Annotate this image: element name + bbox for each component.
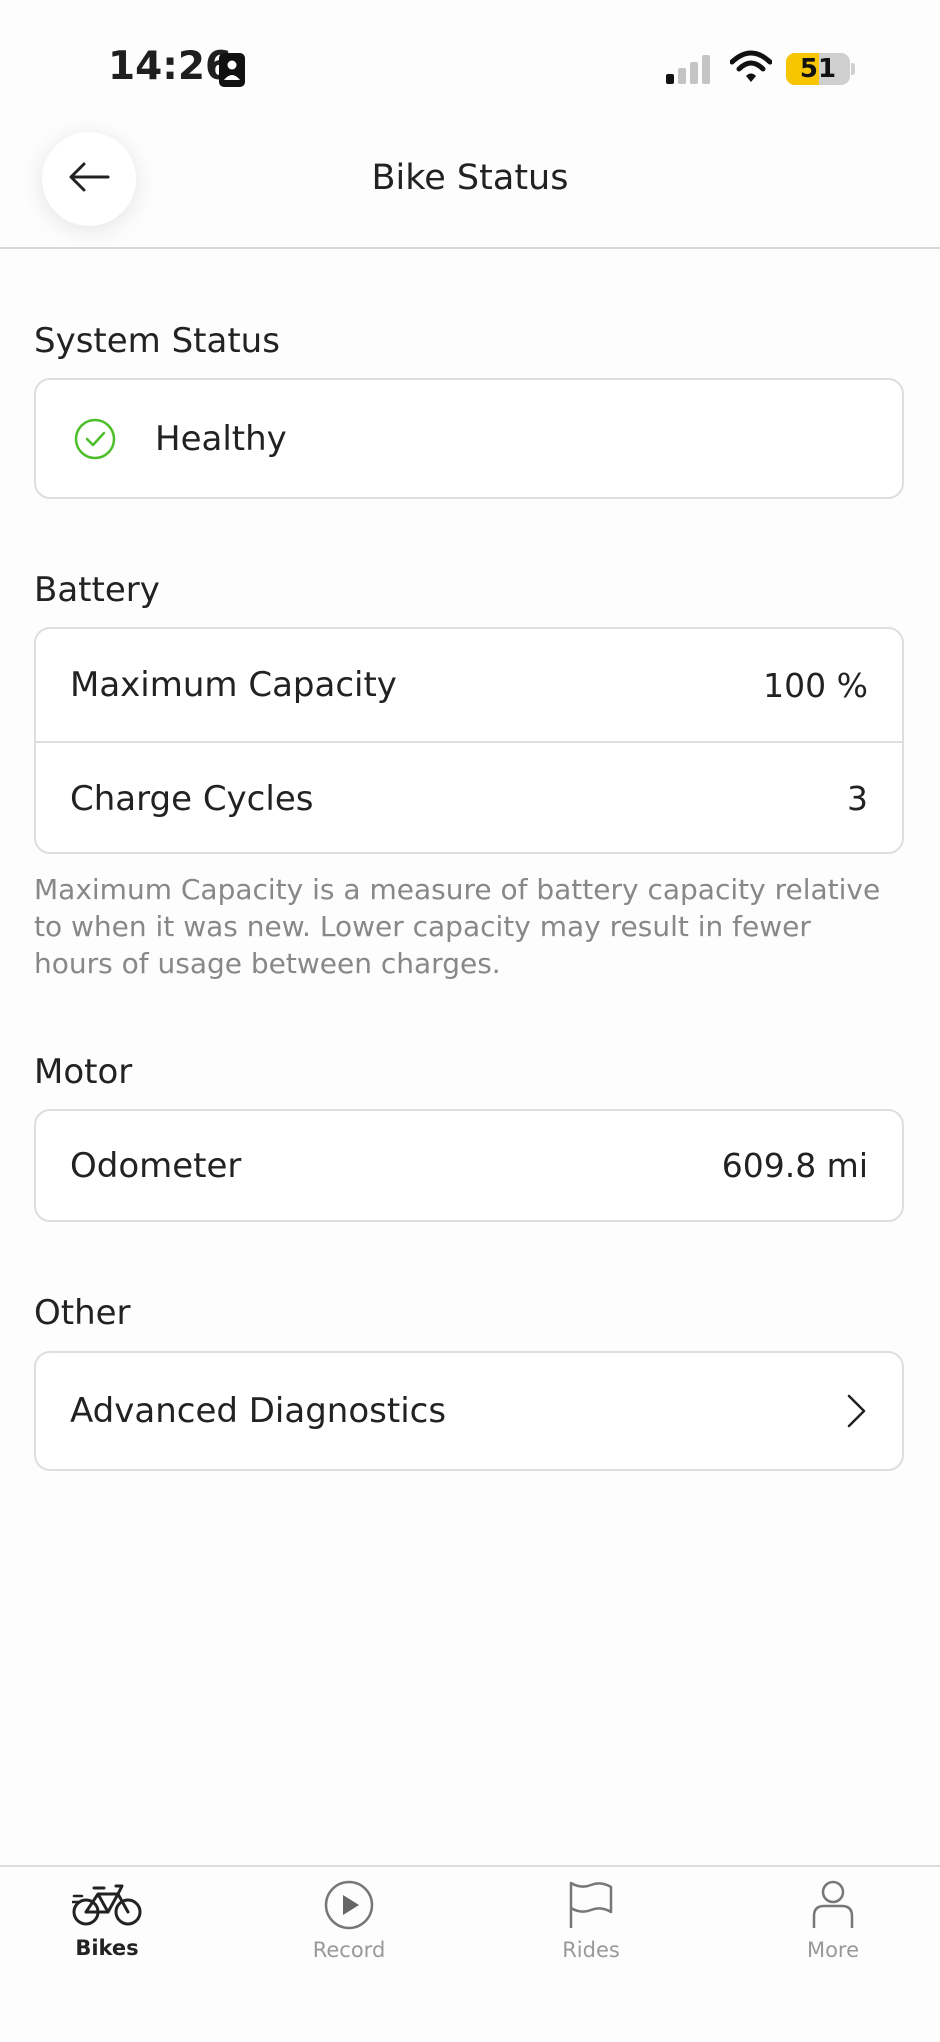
motor-heading: Motor — [34, 1052, 133, 1092]
system-status-heading: System Status — [34, 321, 280, 361]
advanced-diagnostics-label: Advanced Diagnostics — [70, 1391, 447, 1431]
battery-note: Maximum Capacity is a measure of battery… — [34, 873, 881, 980]
battery-level: 51 — [799, 54, 837, 84]
charge-cycles-label: Charge Cycles — [70, 778, 314, 819]
maximum-capacity-label: Maximum Capacity — [70, 665, 397, 705]
maximum-capacity-value: 100 % — [763, 665, 868, 705]
tabbar-divider — [0, 1865, 940, 1867]
wifi-icon — [729, 50, 773, 84]
battery-heading: Battery — [34, 570, 160, 610]
tab-bikes-label: Bikes — [75, 1936, 139, 1960]
charge-cycles-value: 3 — [847, 779, 868, 818]
tab-rides[interactable]: Rides — [511, 1880, 671, 1962]
page-title: Bike Status — [371, 158, 569, 198]
play-circle-icon — [324, 1880, 374, 1930]
id-badge-icon — [219, 53, 245, 87]
tab-record[interactable]: Record — [269, 1880, 429, 1962]
advanced-diagnostics-row[interactable]: Advanced Diagnostics — [36, 1353, 902, 1469]
motor-card: Odometer 609.8 mi — [34, 1109, 904, 1222]
battery-icon: 51 — [786, 53, 850, 85]
person-icon — [811, 1880, 855, 1930]
odometer-row: Odometer 609.8 mi — [36, 1111, 902, 1220]
tab-more[interactable]: More — [753, 1880, 913, 1962]
tab-bikes[interactable]: Bikes — [27, 1880, 187, 1960]
battery-tip — [851, 63, 855, 75]
other-heading: Other — [34, 1293, 131, 1333]
system-status-card: Healthy — [34, 378, 904, 499]
bike-icon — [72, 1880, 142, 1928]
check-circle-icon — [73, 417, 117, 461]
other-card: Advanced Diagnostics — [34, 1351, 904, 1471]
header-divider — [0, 247, 940, 249]
odometer-label: Odometer — [70, 1145, 242, 1186]
battery-card: Maximum Capacity 100 % Charge Cycles 3 — [34, 627, 904, 854]
flag-icon — [566, 1880, 616, 1930]
status-time: 14:26 — [108, 44, 233, 89]
tab-more-label: More — [806, 1938, 860, 1962]
maximum-capacity-row: Maximum Capacity 100 % — [36, 629, 902, 741]
charge-cycles-row: Charge Cycles 3 — [36, 743, 902, 854]
tab-record-label: Record — [312, 1938, 386, 1962]
odometer-value: 609.8 mi — [721, 1146, 868, 1185]
chevron-right-icon — [846, 1393, 868, 1429]
cellular-signal-icon — [666, 54, 714, 84]
tab-rides-label: Rides — [562, 1938, 620, 1962]
system-status-value: Healthy — [155, 418, 287, 459]
